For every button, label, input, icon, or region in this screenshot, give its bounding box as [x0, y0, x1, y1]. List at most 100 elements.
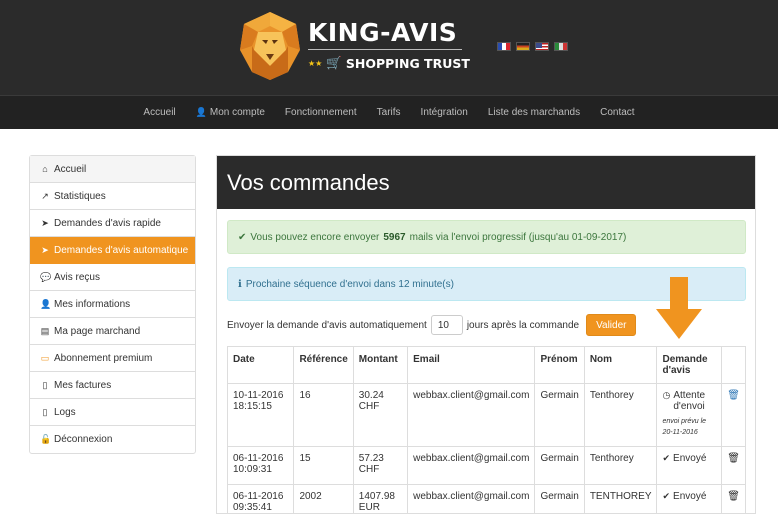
sidebar-item-label: Statistiques [54, 190, 106, 202]
valider-button[interactable]: Valider [586, 314, 637, 336]
cell-prenom: Germain [534, 446, 585, 485]
check-circle-icon: ✔ [662, 491, 671, 501]
status-text: Envoyé [673, 491, 707, 502]
date-value: 10-11-2016 [233, 390, 284, 401]
sidebar-item-avis-recus[interactable]: 💬 Avis reçus [30, 264, 195, 291]
sidebar-item-page-marchand[interactable]: ▤ Ma page marchand [30, 318, 195, 345]
sidebar-item-label: Logs [54, 406, 76, 418]
nav-accueil[interactable]: Accueil [133, 107, 185, 118]
file-text-icon: ▯ [42, 406, 48, 417]
brand-name: KING-AVIS [308, 18, 458, 47]
nav-tarifs[interactable]: Tarifs [367, 107, 411, 118]
page-title: Vos commandes [217, 156, 755, 209]
date-value: 06-11-2016 [233, 453, 284, 464]
col-header-actions [721, 346, 746, 384]
cell-actions: 🗑 [721, 383, 746, 447]
amount-value: 57.23 CHF [358, 453, 384, 475]
brand-divider [308, 49, 462, 50]
col-header-reference: Référence [293, 346, 354, 384]
trash-icon[interactable]: 🗑 [727, 453, 740, 464]
cell-montant: 30.24 CHF [352, 383, 409, 447]
sidebar-item-factures[interactable]: ▯ Mes factures [30, 372, 195, 399]
check-circle-icon: ✔ [238, 231, 247, 243]
cell-actions: 🗑 [721, 446, 746, 485]
col-header-demande: Demande d'avis [656, 346, 723, 384]
file-pdf-icon: ▯ [42, 379, 48, 390]
cell-demande: ✔ Envoyé [656, 446, 723, 485]
sidebar-item-mes-informations[interactable]: 👤 Mes informations [30, 291, 195, 318]
amount-currency: EUR [358, 502, 380, 513]
remaining-mails-count: 5967 [383, 231, 406, 243]
table-row: 06-11-2016 09:35:41 2002 1407.98 EUR webba… [226, 484, 746, 513]
flag-en-icon[interactable] [535, 42, 549, 51]
nav-fonctionnement[interactable]: Fonctionnement [275, 107, 367, 118]
days-label-before: Envoyer la demande d'avis automatiquemen… [227, 319, 427, 331]
sidebar-item-statistiques[interactable]: ↗ Statistiques [30, 183, 195, 210]
nav-contact[interactable]: Contact [590, 107, 644, 118]
sidebar-item-abonnement[interactable]: ▭ Abonnement premium [30, 345, 195, 372]
col-header-date: Date [226, 346, 295, 384]
credit-card-icon: ▭ [40, 352, 50, 363]
sidebar-item-accueil[interactable]: ⌂ Accueil [30, 156, 195, 183]
table-row: 06-11-2016 10:09:31 15 57.23 CHF webbax.c… [226, 446, 746, 485]
language-switcher [497, 42, 568, 51]
sidebar-item-label: Accueil [54, 163, 87, 175]
user-icon: 👤 [195, 107, 207, 117]
brand-tagline: ★★ 🛒 SHOPPING TRUST [308, 55, 470, 71]
trash-icon[interactable]: 🗑 [727, 491, 740, 502]
chart-icon: ↗ [41, 190, 49, 201]
success-alert-text-before: Vous pouvez encore envoyer [250, 231, 380, 243]
nav-label: Intégration [420, 107, 468, 118]
nav-mon-compte[interactable]: 👤 Mon compte [186, 107, 275, 118]
nav-label: Tarifs [376, 107, 401, 118]
sidebar-item-label: Avis reçus [54, 271, 100, 283]
days-label-after: jours après la commande [466, 319, 580, 331]
sidebar-item-label: Déconnexion [54, 434, 113, 445]
sidebar-item-deconnexion[interactable]: 🔓 Déconnexion [30, 426, 195, 453]
status-text: Envoyé [673, 453, 707, 464]
comments-icon: 💬 [40, 271, 52, 282]
cell-date: 06-11-2016 10:09:31 [226, 446, 295, 485]
info-circle-icon: ℹ [238, 278, 242, 290]
nav-liste-marchands[interactable]: Liste des marchands [478, 107, 590, 118]
sidebar-item-demandes-automatique[interactable]: ➤ Demandes d'avis automatique [30, 237, 195, 264]
sidebar-item-label: Ma page marchand [54, 325, 141, 337]
user-icon: 👤 [40, 298, 52, 309]
cell-nom: Tenthorey [583, 383, 658, 447]
nav-integration[interactable]: Intégration [411, 107, 478, 118]
cell-email: webbax.client@gmail.com [407, 383, 536, 447]
sidebar-item-demandes-rapide[interactable]: ➤ Demandes d'avis rapide [30, 210, 195, 237]
send-icon: ➤ [41, 244, 49, 255]
time-value: 18:15:15 [233, 401, 272, 412]
cell-prenom: Germain [534, 484, 585, 513]
file-icon: ▤ [40, 325, 50, 336]
time-value: 10:09:31 [233, 464, 272, 475]
cell-email: webbax.client@gmail.com [407, 484, 536, 513]
cart-icon: 🛒 [326, 55, 342, 70]
col-header-email: Email [407, 346, 536, 384]
main-nav: Accueil 👤 Mon compte Fonctionnement Tarif… [0, 95, 778, 129]
days-input[interactable] [430, 315, 463, 335]
unlock-icon: 🔓 [40, 434, 52, 444]
orders-table: Date Référence Montant Email Prénom Nom … [226, 346, 746, 513]
flag-fr-icon[interactable] [497, 42, 511, 51]
cell-email: webbax.client@gmail.com [407, 446, 536, 485]
nav-label: Fonctionnement [284, 107, 357, 118]
table-row: 10-11-2016 18:15:15 16 30.24 CHF webbax.c… [226, 383, 746, 447]
cell-montant: 57.23 CHF [352, 446, 409, 485]
date-value: 06-11-2016 [233, 491, 284, 502]
lion-logo-icon[interactable] [238, 10, 302, 82]
flag-it-icon[interactable] [554, 42, 568, 51]
tagline-text: SHOPPING TRUST [345, 55, 470, 71]
flag-de-icon[interactable] [516, 42, 530, 51]
amount-value: 1407.98 [358, 491, 395, 502]
nav-label: Contact [600, 107, 635, 118]
nav-label: Liste des marchands [487, 107, 581, 118]
sidebar-item-label: Demandes d'avis automatique [54, 244, 189, 256]
down-arrow-icon [656, 277, 702, 339]
scheduled-note: envoi prévu le 20-11-2016 [662, 418, 707, 437]
sidebar-item-logs[interactable]: ▯ Logs [30, 399, 195, 426]
trash-icon[interactable]: 🗑 [727, 390, 740, 401]
col-header-prenom: Prénom [534, 346, 585, 384]
cell-demande: ✔ Envoyé [656, 484, 723, 513]
